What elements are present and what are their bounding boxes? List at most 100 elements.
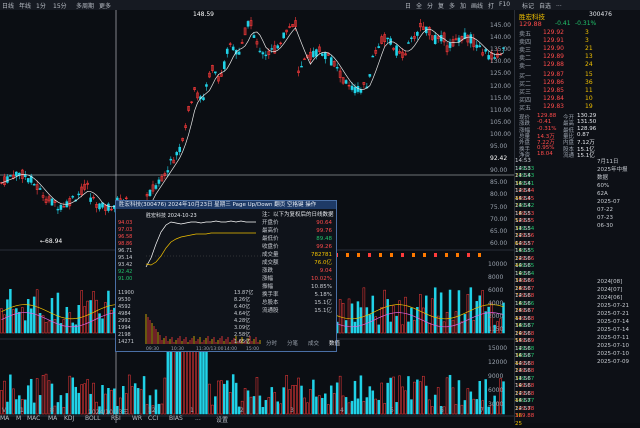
popup-field-value: 5.18% <box>315 291 332 299</box>
indicator-tab[interactable]: MAC <box>27 415 40 422</box>
volume-bar-2 <box>33 403 35 414</box>
volume-bar <box>434 288 436 333</box>
news-date-item[interactable]: 2025-07 <box>597 198 640 206</box>
news-date-item[interactable]: 2024[06] <box>597 294 640 302</box>
volume-bar-2 <box>6 402 8 414</box>
price-axis-label: 105.00 <box>490 119 511 126</box>
toolbar-button[interactable]: 分 <box>427 1 433 10</box>
news-date-item[interactable]: 07-22 <box>597 206 640 214</box>
volume-axis-label: 6000 <box>488 287 503 294</box>
toolbar-button[interactable]: 加 <box>460 1 466 10</box>
news-date-item[interactable]: 62A <box>597 190 640 198</box>
popup-volume-tick: 2992 <box>118 318 131 324</box>
toolbar-tab[interactable]: 多周期 <box>76 1 94 10</box>
news-date-item[interactable]: 06-30 <box>597 222 640 230</box>
candle-body <box>214 72 216 73</box>
news-date-item[interactable]: 2025-07-09 <box>597 358 640 366</box>
toolbar-tab[interactable]: 1分 <box>36 1 46 10</box>
news-date-item[interactable]: 2024[08] <box>597 278 640 286</box>
popup-tab[interactable]: 分笔 <box>287 339 298 347</box>
signal-marker <box>412 253 415 257</box>
popup-title[interactable]: 胜宏科技(300476) 2024年10月23日 星期三 Page Up/Dow… <box>116 201 336 209</box>
volume-bar-2 <box>369 387 371 414</box>
news-date-item[interactable]: 2025-07-14 <box>597 326 640 334</box>
toolbar-button[interactable]: F10 <box>499 1 510 8</box>
popup-volume-tick: 4592 <box>118 304 131 310</box>
toolbar-tab[interactable]: 15分 <box>53 1 67 10</box>
trade-ticks-list: 14:53129.832114:53129.833814:54129.81121… <box>515 158 595 413</box>
trade-tick-row: 14:55129.8664 <box>515 226 595 234</box>
indicator-tab[interactable]: M <box>16 415 21 422</box>
price-axis-label: 60.00 <box>490 240 507 247</box>
news-date-item[interactable] <box>597 262 640 270</box>
trade-tick-row: 14:57129.8825 <box>515 406 595 414</box>
toolbar-button[interactable]: 日 <box>405 1 411 10</box>
popup-amount-tick: 6.40亿 <box>234 303 250 310</box>
toolbar-tab[interactable]: 日线 <box>2 1 14 10</box>
indicator-tab[interactable]: BOLL <box>85 415 100 422</box>
news-date-item[interactable] <box>597 238 640 246</box>
news-date-item[interactable]: 数据 <box>597 174 640 182</box>
volume-bar-2 <box>223 384 225 414</box>
volume-bar-2 <box>259 396 261 414</box>
volume-bar <box>372 296 374 333</box>
indicator-tab[interactable]: KDJ <box>64 415 74 422</box>
candle-body <box>407 43 409 44</box>
news-date-item[interactable]: 60% <box>597 182 640 190</box>
signal-marker <box>456 253 459 257</box>
volume-bar-2 <box>416 380 418 414</box>
news-date-item[interactable]: 2025-07-11 <box>597 334 640 342</box>
news-date-item[interactable]: 2025年中报 <box>597 166 640 174</box>
news-date-item[interactable]: 2025-07-21 <box>597 302 640 310</box>
news-date-item[interactable]: 7月11日 <box>597 158 640 166</box>
candle-body <box>378 46 380 47</box>
indicator-tab[interactable]: MA <box>0 415 9 422</box>
popup-time-tick: 10:30 <box>171 346 184 351</box>
history-day-popup[interactable]: 胜宏科技(300476) 2024年10月23日 星期三 Page Up/Dow… <box>115 200 337 352</box>
candle-body <box>410 38 412 39</box>
buy-level-price: 129.85 <box>543 87 564 94</box>
toolbar-button[interactable]: ... <box>556 1 562 8</box>
price-axis-label: 100.00 <box>490 131 511 138</box>
popup-tab[interactable]: 分时 <box>266 339 277 347</box>
toolbar-button[interactable]: 自选 <box>539 1 551 10</box>
toolbar-tab[interactable]: 更多 <box>99 1 111 10</box>
toolbar-button[interactable]: 全 <box>416 1 422 10</box>
date-axis-label: 12 <box>148 407 156 414</box>
news-date-item[interactable] <box>597 254 640 262</box>
indicator-tab[interactable]: WR <box>132 415 142 422</box>
indicator-tab[interactable]: MA <box>48 415 57 422</box>
popup-tab[interactable]: 成交 <box>308 339 319 347</box>
toolbar-button[interactable]: 多 <box>449 1 455 10</box>
toolbar-tab[interactable]: 年线 <box>19 1 31 10</box>
toolbar-button[interactable]: 画线 <box>471 1 483 10</box>
indicator-tab[interactable]: BIAS <box>169 415 183 422</box>
news-date-item[interactable]: 2025-07-10 <box>597 342 640 350</box>
news-date-item[interactable] <box>597 246 640 254</box>
popup-tab[interactable]: 数值 <box>329 339 340 347</box>
news-date-item[interactable]: 2025-07-21 <box>597 310 640 318</box>
trade-time: 14:56 <box>515 278 595 286</box>
sell-level-price: 129.90 <box>543 45 564 52</box>
candle-body <box>372 56 374 57</box>
news-date-item[interactable]: 2025-07-14 <box>597 318 640 326</box>
news-date-item[interactable]: 2024[07] <box>597 286 640 294</box>
toolbar-button[interactable]: 标记 <box>522 1 534 10</box>
trade-tick-row: 14:56129.8519 <box>515 256 595 264</box>
indicator-tab[interactable]: ... <box>195 415 201 422</box>
trade-time: 14:56 <box>515 286 595 294</box>
indicator-tab[interactable]: RSI <box>111 415 121 422</box>
candle-body <box>336 67 338 68</box>
volume-bar <box>390 322 392 333</box>
news-date-item[interactable]: 2025-07-10 <box>597 350 640 358</box>
volume-bar-2 <box>345 397 347 414</box>
news-date-item[interactable]: 07-23 <box>597 214 640 222</box>
toolbar-button[interactable]: 复 <box>438 1 444 10</box>
news-date-item[interactable] <box>597 270 640 278</box>
price-axis-label: 115.00 <box>490 95 511 102</box>
trade-tick-row: 14:56129.8848 <box>515 383 595 391</box>
signal-marker <box>445 253 448 257</box>
indicator-tab[interactable]: CCI <box>148 415 158 422</box>
news-date-item[interactable] <box>597 230 640 238</box>
toolbar-button[interactable]: 打 <box>488 1 494 10</box>
